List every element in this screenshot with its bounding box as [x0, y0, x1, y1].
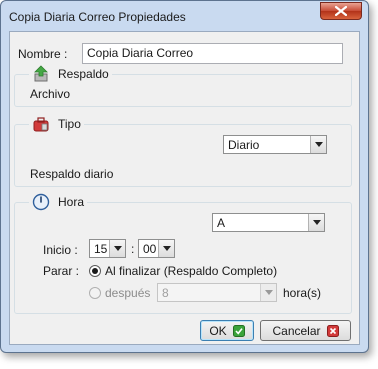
- radio-al-finalizar[interactable]: [89, 265, 101, 277]
- ok-label: OK: [209, 323, 227, 338]
- close-icon: [335, 6, 347, 16]
- time-colon: :: [131, 242, 135, 256]
- toolbox-icon: [33, 117, 49, 132]
- after-hours-unit: hora(s): [283, 286, 322, 300]
- respaldo-legend: Respaldo: [29, 65, 112, 83]
- hora-legend: Hora: [29, 193, 88, 211]
- window-title: Copia Diaria Correo Propiedades: [9, 10, 186, 24]
- archivo-label: Archivo: [30, 87, 71, 101]
- group-tipo: Tipo Diario Respaldo diario: [14, 115, 352, 187]
- parar-label: Parar :: [43, 264, 80, 278]
- cancel-x-icon: [326, 324, 339, 337]
- cancel-button[interactable]: Cancelar: [260, 320, 351, 341]
- inicio-label: Inicio :: [43, 243, 78, 257]
- properties-dialog: Copia Diaria Correo Propiedades Nombre :…: [0, 0, 369, 353]
- name-value: Copia Diaria Correo: [87, 46, 194, 60]
- tipo-legend: Tipo: [29, 115, 84, 133]
- check-icon: [232, 324, 245, 337]
- tipo-select-value: Diario: [228, 138, 260, 152]
- name-label: Nombre :: [18, 47, 68, 61]
- chevron-down-icon[interactable]: [260, 284, 276, 301]
- chevron-down-icon[interactable]: [158, 240, 174, 257]
- hora-select[interactable]: A: [212, 213, 325, 232]
- hora-select-value: A: [217, 216, 226, 230]
- after-hours-select[interactable]: 8: [157, 283, 277, 302]
- chevron-down-icon[interactable]: [109, 240, 125, 257]
- minute-value: 00: [143, 242, 157, 256]
- ok-button[interactable]: OK: [200, 320, 254, 341]
- hora-title: Hora: [58, 195, 85, 209]
- clock-icon: [32, 193, 50, 211]
- close-button[interactable]: [320, 2, 362, 20]
- tipo-select[interactable]: Diario: [223, 135, 327, 154]
- option-despues[interactable]: después: [105, 286, 150, 300]
- hour-value: 15: [94, 242, 108, 256]
- tipo-description: Respaldo diario: [30, 167, 114, 181]
- cancel-label: Cancelar: [272, 323, 321, 338]
- respaldo-title: Respaldo: [58, 67, 109, 81]
- backup-upload-icon: [34, 65, 48, 82]
- dialog-body: Nombre : Copia Diaria Correo Respaldo Ar…: [9, 31, 360, 345]
- chevron-down-icon[interactable]: [310, 136, 326, 153]
- radio-despues[interactable]: [89, 287, 101, 299]
- title-bar[interactable]: Copia Diaria Correo Propiedades: [1, 1, 368, 33]
- option-al-finalizar[interactable]: Al finalizar (Respaldo Completo): [105, 264, 277, 278]
- chevron-down-icon[interactable]: [308, 214, 324, 231]
- tipo-title: Tipo: [58, 117, 81, 131]
- minute-select[interactable]: 00: [138, 239, 175, 258]
- after-hours-value: 8: [162, 286, 169, 300]
- group-respaldo: Respaldo Archivo: [14, 65, 352, 107]
- name-input[interactable]: Copia Diaria Correo: [82, 43, 343, 64]
- hour-select[interactable]: 15: [89, 239, 126, 258]
